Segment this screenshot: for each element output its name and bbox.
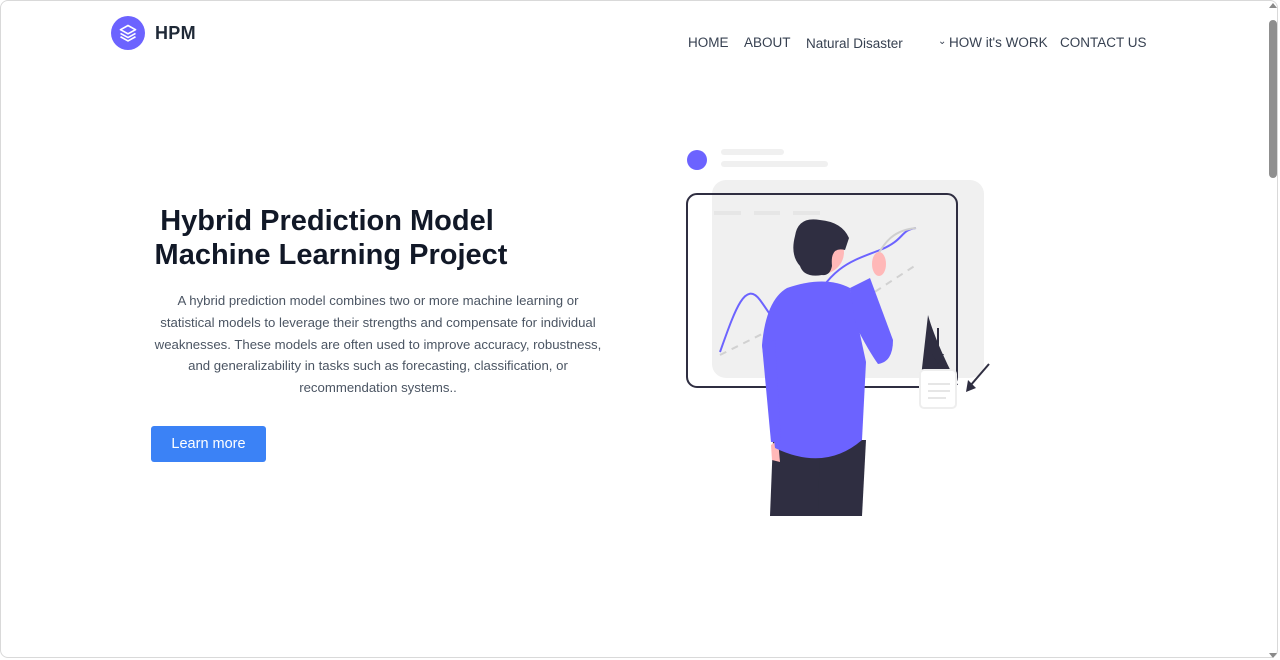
illustration-header bbox=[687, 149, 828, 170]
nav-contact-us[interactable]: CONTACT US bbox=[1060, 35, 1147, 50]
brand-name: HPM bbox=[155, 22, 196, 43]
nav-about[interactable]: ABOUT bbox=[744, 35, 791, 50]
hero-description: A hybrid prediction model combines two o… bbox=[154, 293, 602, 396]
nav-how-it-works[interactable]: HOW it's WORK bbox=[949, 35, 1048, 50]
hero-title-line2: Machine Learning Project bbox=[154, 239, 508, 271]
brand-logo[interactable]: HPM bbox=[111, 16, 196, 50]
note-card bbox=[919, 369, 957, 409]
scroll-down-arrow-icon[interactable] bbox=[1269, 653, 1277, 658]
nav-natural-disaster[interactable]: Natural Disaster bbox=[806, 36, 903, 51]
hero-title: Hybrid Prediction Model Machine Learning… bbox=[151, 204, 511, 272]
scrollbar[interactable] bbox=[1268, 3, 1278, 658]
layers-icon bbox=[111, 16, 145, 50]
chevron-down-icon[interactable]: ⌄ bbox=[938, 36, 946, 47]
hero-title-line1: Hybrid Prediction Model bbox=[160, 205, 494, 237]
learn-more-button[interactable]: Learn more bbox=[151, 426, 266, 462]
nav-home[interactable]: HOME bbox=[688, 35, 729, 50]
scrollbar-thumb[interactable] bbox=[1269, 20, 1277, 178]
hero-illustration bbox=[686, 149, 990, 516]
scroll-up-arrow-icon[interactable] bbox=[1269, 3, 1277, 8]
